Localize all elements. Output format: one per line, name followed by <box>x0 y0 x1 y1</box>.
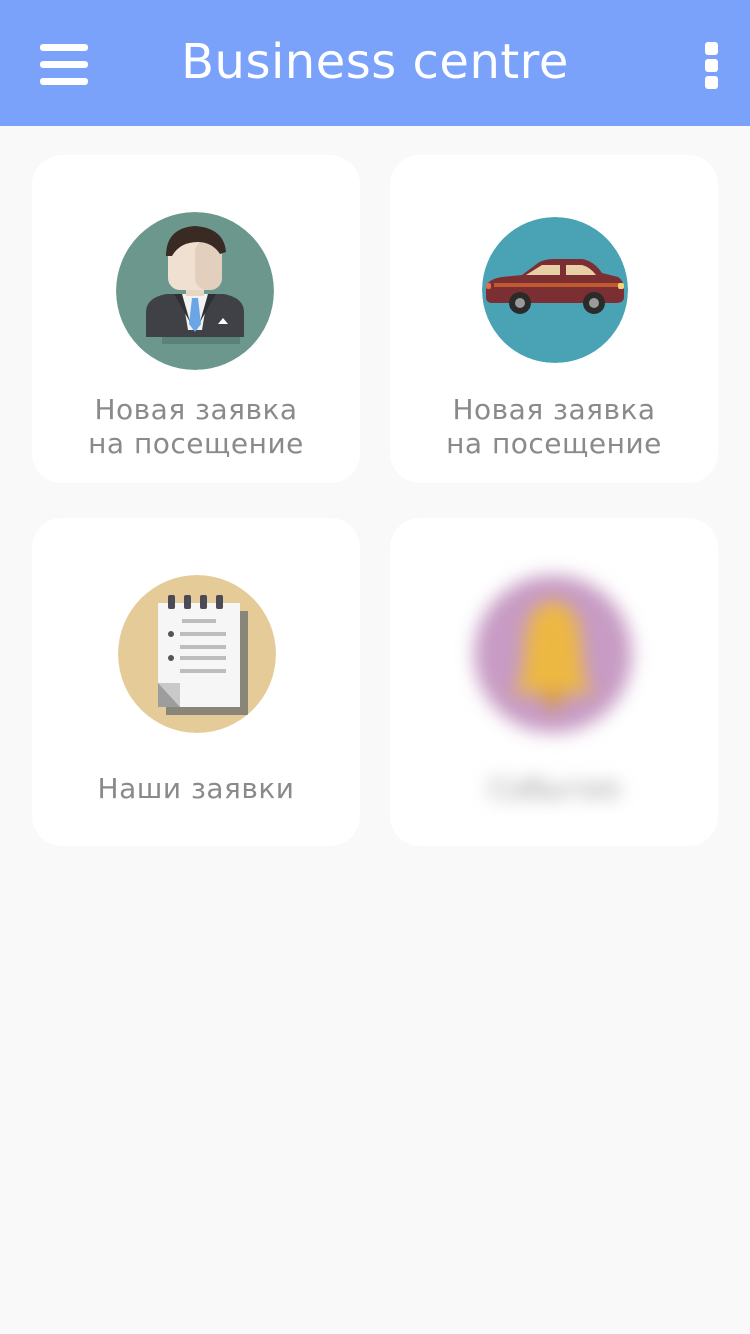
tile-label: Новая заявка на посещение <box>32 393 360 461</box>
tile-label-line2: на посещение <box>446 427 662 460</box>
visitor-person-icon <box>116 212 274 370</box>
tile-label-line1: Новая заявка <box>452 393 656 426</box>
tile-events[interactable]: События <box>390 518 718 846</box>
app-bar: Business centre <box>0 0 750 126</box>
car-icon <box>482 217 628 363</box>
more-vertical-icon[interactable] <box>698 40 724 92</box>
notepad-icon <box>118 575 276 733</box>
page-title: Business centre <box>181 34 569 90</box>
tile-label-line2: на посещение <box>88 427 304 460</box>
tile-our-requests[interactable]: Наши заявки <box>32 518 360 846</box>
tile-new-visit-request[interactable]: Новая заявка на посещение <box>32 155 360 483</box>
tile-label: Новая заявка на посещение <box>390 393 718 461</box>
tile-label-line1: Новая заявка <box>94 393 298 426</box>
tile-new-car-request[interactable]: Новая заявка на посещение <box>390 155 718 483</box>
tile-label: Наши заявки <box>97 772 295 805</box>
bell-icon <box>474 575 632 733</box>
tile-label: События <box>488 772 620 805</box>
